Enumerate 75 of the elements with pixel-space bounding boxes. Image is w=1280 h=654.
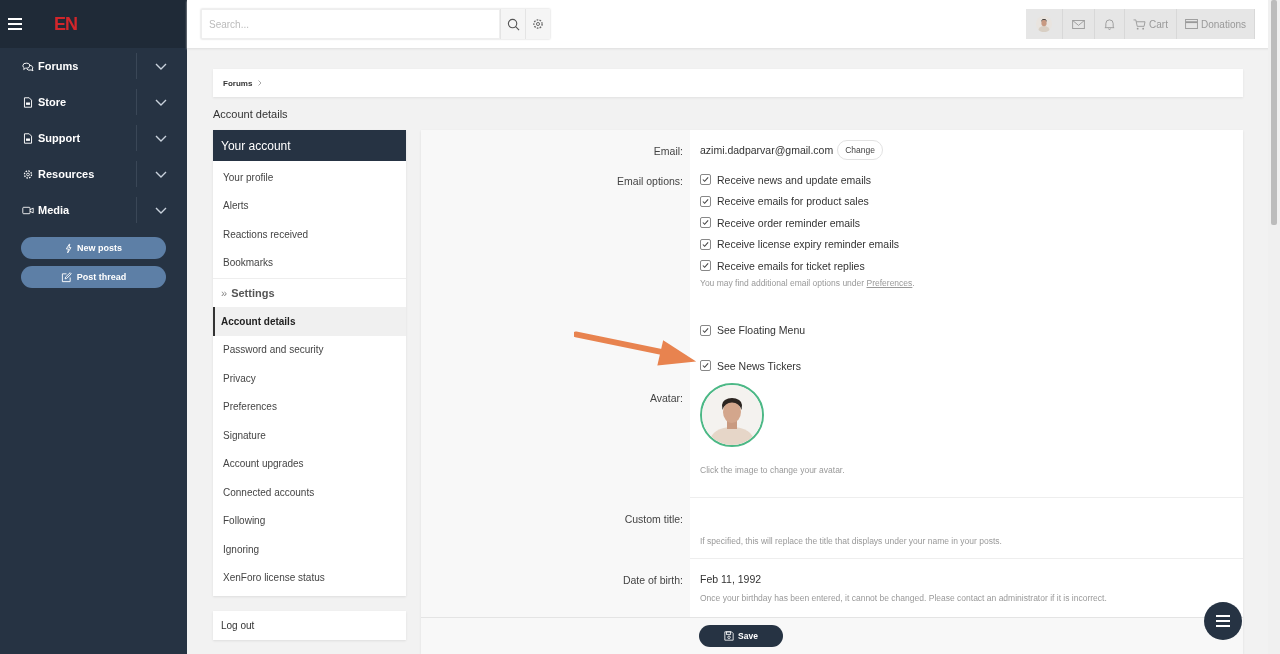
post-thread-button[interactable]: Post thread (21, 266, 166, 288)
field-label: Email: (652, 144, 684, 159)
menu-item[interactable]: Your profile (213, 163, 406, 192)
menu-item[interactable]: Connected accounts (213, 478, 406, 507)
checkbox[interactable] (700, 360, 711, 372)
checkbox-label: See News Tickers (717, 359, 802, 372)
section-title: Settings (231, 287, 275, 299)
menu-item[interactable]: Bookmarks (213, 248, 406, 277)
nav-link[interactable]: Forums (0, 53, 137, 79)
menu-item[interactable]: Password and security (213, 335, 406, 364)
field-label: Custom title: (623, 511, 684, 527)
gear-icon (532, 18, 544, 30)
checkbox[interactable] (700, 324, 711, 336)
menu-item[interactable]: Signature (213, 421, 406, 450)
checkbox-label: Receive emails for ticket replies (717, 259, 865, 272)
date-value: Feb 11, 1992 (700, 572, 763, 585)
menu-item[interactable]: Account details (213, 307, 406, 336)
checkbox-label: Receive license expiry reminder emails (717, 238, 900, 251)
hint-text: You may find additional email options under Preferences. (700, 277, 916, 288)
menu-item[interactable]: Ignoring (213, 535, 406, 564)
menu-item[interactable]: Privacy (213, 364, 406, 393)
chevron-icon[interactable] (155, 206, 167, 214)
credit-card-icon (1184, 19, 1198, 29)
nav-link[interactable]: Resources (0, 161, 137, 187)
nav-link[interactable]: Support (0, 125, 137, 151)
checkbox-label: Receive news and update emails (717, 173, 872, 186)
save-button[interactable]: Save (699, 625, 783, 647)
video-camera-icon (22, 204, 34, 216)
field-label: Email options: (616, 174, 684, 189)
checkbox[interactable] (700, 238, 711, 250)
chevron-icon[interactable] (155, 134, 167, 142)
logout-link[interactable]: Log out (213, 611, 406, 640)
menu-item[interactable]: XenForo license status (213, 563, 406, 592)
search-icon (506, 17, 520, 31)
breadcrumb-link[interactable]: Forums (223, 78, 253, 88)
checkbox[interactable] (700, 195, 711, 207)
settings-button[interactable] (525, 9, 550, 39)
menu-icon[interactable] (8, 18, 22, 30)
lightning-icon (65, 242, 72, 254)
menu-item[interactable]: Preferences (213, 392, 406, 421)
chat-icon (22, 60, 34, 72)
chevron-icon[interactable] (155, 170, 167, 178)
chevron-icon[interactable] (155, 62, 167, 70)
nav-link[interactable]: Media (0, 197, 137, 223)
menu-item[interactable]: Reactions received (213, 220, 406, 249)
document-icon (22, 96, 34, 108)
search-button[interactable] (500, 9, 525, 39)
checkbox-label: Receive emails for product sales (717, 195, 869, 208)
hint-text: Once your birthday has been entered, it cannot be changed. Please contact an administrator if it is incorrect. (700, 592, 1108, 603)
chevron-icon (258, 80, 263, 86)
chevron-icon[interactable] (155, 98, 167, 106)
field-label: Avatar: (648, 390, 684, 406)
checkbox[interactable] (700, 174, 711, 186)
new-posts-button[interactable]: New posts (21, 237, 166, 259)
menu-item[interactable]: Account upgrades (213, 449, 406, 478)
menu-item[interactable]: Following (213, 506, 406, 535)
menu-item[interactable]: Alerts (213, 191, 406, 220)
menu-header: Your account (213, 130, 406, 161)
hint-text: If specified, this will replace the title that displays under your name in your posts. (700, 535, 1003, 546)
section-marker: » (221, 287, 228, 299)
page-title: Account details (213, 108, 289, 120)
change-button[interactable]: Change (837, 140, 883, 160)
gear-icon (22, 168, 34, 180)
search-field[interactable]: Search... (201, 9, 500, 39)
field-label: Date of birth: (621, 572, 684, 588)
edit-icon (60, 271, 72, 283)
document-icon (22, 132, 34, 144)
checkbox[interactable] (700, 217, 711, 229)
checkbox[interactable] (700, 260, 711, 272)
email-value: azimi.dadparvar@gmail.com (700, 144, 834, 156)
nav-link[interactable]: Store (0, 89, 137, 115)
hint-text: Click the image to change your avatar. (700, 464, 846, 475)
cart-icon (1133, 18, 1147, 30)
checkbox-label: See Floating Menu (717, 324, 806, 337)
checkbox-label: Receive order reminder emails (717, 216, 860, 229)
